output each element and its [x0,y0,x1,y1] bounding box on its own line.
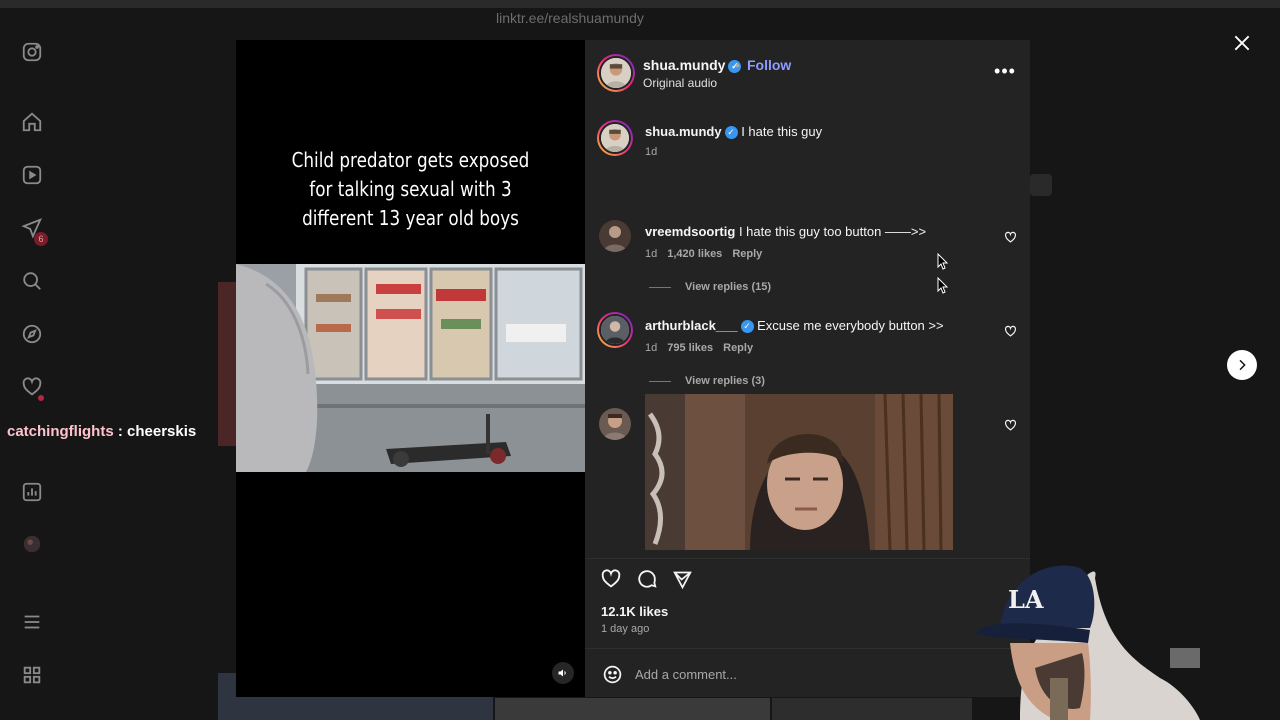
audio-label[interactable]: Original audio [643,76,717,90]
divider [649,286,671,288]
author-username[interactable]: shua.mundy ✓ [643,57,742,73]
send-icon [672,571,692,589]
notification-dot [38,395,44,401]
comment-username[interactable]: vreemdsoortig [645,224,735,239]
explore-icon[interactable] [20,322,44,346]
stream-chat-message: catchingflights : cheerskis [7,423,196,440]
commenter-avatar[interactable] [599,220,631,252]
comment-icon [638,570,657,588]
heart-icon [1004,325,1016,337]
view-replies-label: View replies (3) [685,375,765,387]
speaker-icon [558,669,566,677]
left-navigation: 6 [0,20,64,710]
comment-input[interactable] [635,663,935,685]
heart-icon [1004,231,1016,243]
comment-time: 1d [645,248,658,260]
reply-button[interactable]: Reply [723,342,753,354]
divider [649,380,671,382]
reels-icon[interactable] [20,163,44,187]
heart-icon [601,569,621,588]
likes-count[interactable]: 12.1K likes [601,604,668,619]
post-time: 1 day ago [601,623,650,635]
comment-button[interactable] [635,567,659,591]
background-profile-link: linktr.ee/realshuamundy [496,10,644,26]
background-card [1030,174,1052,196]
more-icon[interactable] [20,663,44,687]
comment-time: 1d [645,342,658,354]
chat-username: catchingflights [7,423,114,440]
comment-meta: 1d 795 likes Reply [645,342,763,354]
comment-meta: 1d 1,420 likes Reply [645,248,772,260]
comment-time: 1d [645,146,658,158]
mute-button[interactable] [552,662,574,684]
separator-dot: • [735,57,740,73]
close-icon [1234,35,1250,51]
commenter-avatar[interactable] [597,120,633,156]
reel-video[interactable]: Child predator gets exposed for talking … [236,40,585,697]
post-header: shua.mundy ✓ • Follow Original audio ••• [585,40,1030,108]
comment-gif[interactable] [645,394,953,550]
streamer-webcam: LA [960,548,1200,720]
dashboard-icon[interactable] [20,480,44,504]
comment-body: Excuse me everybody button >> [757,318,944,333]
more-options-icon[interactable]: ••• [993,61,1017,81]
instagram-icon[interactable] [20,40,44,64]
comment-meta: 1d [645,146,667,158]
comment-username[interactable]: shua.mundy [645,124,722,139]
background-thumbnail [218,282,238,446]
follow-button[interactable]: Follow [747,57,791,73]
comment-likes[interactable]: 1,420 likes [667,248,722,260]
chat-separator: : [113,423,128,440]
search-icon[interactable] [20,269,44,293]
author-avatar[interactable] [597,54,635,92]
like-comment-button[interactable] [1003,418,1017,432]
mouse-cursor-icon [937,277,949,294]
like-button[interactable] [599,567,623,591]
mouse-cursor-icon [937,253,949,270]
notification-badge: 6 [34,232,48,246]
chevron-right-icon [1239,359,1246,371]
view-replies-button[interactable]: View replies (3) [649,375,765,387]
comment-body: I hate this guy [741,124,823,139]
comments-list: shua.mundy ✓ I hate this guy 1d vreemdsoo… [585,108,1030,558]
emoji-button[interactable] [601,663,623,685]
reply-button[interactable]: Reply [732,248,762,260]
comment-username[interactable]: arthurblack___ [645,318,738,333]
comment-text: vreemdsoortig I hate this guy too button… [645,224,926,239]
share-button[interactable] [670,567,694,591]
post-modal: Child predator gets exposed for talking … [236,40,1030,697]
view-replies-button[interactable]: View replies (15) [649,281,771,293]
verified-icon: ✓ [724,126,738,139]
verified-icon: ✓ [740,320,754,333]
chat-text: cheerskis [127,423,197,440]
commenter-avatar[interactable] [599,408,631,440]
comment-likes[interactable]: 795 likes [667,342,713,354]
browser-toolbar [0,0,1280,8]
home-icon[interactable] [20,110,44,134]
profile-icon[interactable] [20,532,44,556]
comment-text: arthurblack___ ✓ Excuse me everybody butt… [645,318,944,333]
next-post-button[interactable] [1227,350,1257,380]
background-thumbnail [772,698,972,720]
like-comment-button[interactable] [1003,324,1017,338]
comment-text: shua.mundy ✓ I hate this guy [645,124,822,139]
menu-icon[interactable] [20,610,44,634]
background-thumbnail [495,698,770,720]
comment-body: I hate this guy too button ——>> [738,224,927,239]
emoji-icon [603,665,621,683]
like-comment-button[interactable] [1003,230,1017,244]
close-button[interactable] [1230,31,1254,55]
video-caption: Child predator gets exposed for talking … [291,148,530,230]
commenter-avatar[interactable] [597,312,633,348]
svg-text:LA: LA [1008,585,1044,614]
view-replies-label: View replies (15) [685,281,772,293]
video-frame [236,264,585,472]
author-username-text: shua.mundy [643,57,726,73]
heart-icon [1004,419,1016,431]
